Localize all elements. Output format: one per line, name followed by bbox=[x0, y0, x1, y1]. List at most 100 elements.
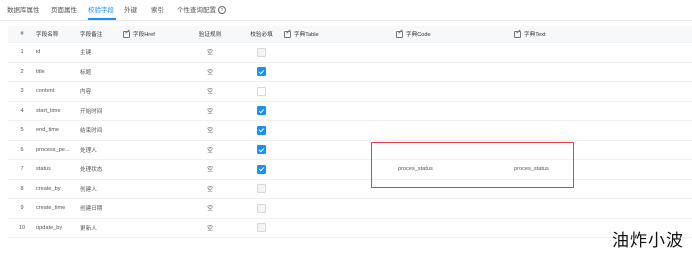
field-name[interactable]: process_pe... bbox=[36, 140, 80, 160]
col-dict-table-header[interactable]: 字典Table bbox=[284, 26, 396, 43]
field-href[interactable] bbox=[123, 42, 181, 63]
field-href[interactable] bbox=[123, 62, 181, 82]
dict-code[interactable] bbox=[396, 101, 514, 121]
dict-code[interactable] bbox=[396, 198, 514, 219]
field-comment[interactable]: 处理状态 bbox=[80, 159, 123, 180]
field-href[interactable] bbox=[123, 159, 181, 180]
field-comment[interactable]: 创建人 bbox=[80, 179, 123, 199]
field-comment[interactable]: 内容 bbox=[80, 81, 123, 102]
dict-text[interactable] bbox=[514, 81, 692, 102]
field-comment[interactable]: 处理人 bbox=[80, 140, 123, 160]
validation-rule[interactable]: 空 bbox=[181, 120, 239, 141]
table-row[interactable]: 8 create_by 创建人 空 bbox=[8, 179, 692, 199]
col-required-header: 校验必填 bbox=[239, 26, 284, 43]
field-comment[interactable]: 更新人 bbox=[80, 218, 123, 238]
tab-index[interactable]: 索引 bbox=[151, 4, 164, 14]
validation-rule[interactable]: 空 bbox=[181, 62, 239, 82]
col-href-header[interactable]: 字段Href bbox=[123, 26, 181, 43]
dict-table[interactable] bbox=[284, 101, 396, 121]
field-name[interactable]: start_time bbox=[36, 101, 80, 121]
table-row[interactable]: 6 process_pe... 处理人 空 bbox=[8, 140, 692, 160]
field-name[interactable]: content bbox=[36, 81, 80, 102]
field-comment[interactable]: 结束时间 bbox=[80, 120, 123, 141]
field-name[interactable]: title bbox=[36, 62, 80, 82]
validation-rule[interactable]: 空 bbox=[181, 198, 239, 219]
field-href[interactable] bbox=[123, 101, 181, 121]
tab-custom-query[interactable]: 个性查询配置? bbox=[177, 4, 226, 15]
field-name[interactable]: create_time bbox=[36, 198, 80, 219]
dict-code[interactable] bbox=[396, 81, 514, 102]
dict-table[interactable] bbox=[284, 140, 396, 160]
field-href[interactable] bbox=[123, 218, 181, 238]
table-row[interactable]: 9 create_time 创建日期 空 bbox=[8, 198, 692, 219]
required-checkbox[interactable] bbox=[257, 164, 266, 174]
validation-rule[interactable]: 空 bbox=[181, 159, 239, 180]
tab-page-properties[interactable]: 页面属性 bbox=[51, 4, 77, 14]
dict-table[interactable] bbox=[284, 42, 396, 63]
dict-table[interactable] bbox=[284, 159, 396, 180]
tab-db-properties[interactable]: 数据库属性 bbox=[7, 4, 40, 14]
dict-text[interactable] bbox=[514, 179, 692, 199]
field-href[interactable] bbox=[123, 81, 181, 102]
field-name[interactable]: id bbox=[36, 42, 80, 63]
dict-table[interactable] bbox=[284, 120, 396, 141]
field-name[interactable]: status bbox=[36, 159, 80, 180]
table-row[interactable]: 7 status 处理状态 空 proces_status proces_status bbox=[8, 159, 692, 180]
table-row[interactable]: 4 start_time 开始时间 空 bbox=[8, 101, 692, 121]
required-checkbox[interactable] bbox=[257, 106, 266, 116]
dict-text[interactable] bbox=[514, 198, 692, 219]
table-row[interactable]: 2 title 标题 空 bbox=[8, 62, 692, 82]
help-icon[interactable]: ? bbox=[218, 6, 226, 15]
field-comment[interactable]: 标题 bbox=[80, 62, 123, 82]
dict-table[interactable] bbox=[284, 81, 396, 102]
validation-rule[interactable]: 空 bbox=[181, 218, 239, 238]
field-name[interactable]: update_by bbox=[36, 218, 80, 238]
validation-rule[interactable]: 空 bbox=[181, 179, 239, 199]
required-checkbox[interactable] bbox=[257, 67, 266, 77]
required-checkbox[interactable] bbox=[257, 86, 266, 96]
dict-table[interactable] bbox=[284, 198, 396, 219]
dict-code[interactable] bbox=[396, 120, 514, 141]
required-checkbox[interactable] bbox=[257, 125, 266, 135]
required-checkbox bbox=[257, 223, 266, 233]
dict-text[interactable] bbox=[514, 62, 692, 82]
field-href[interactable] bbox=[123, 120, 181, 141]
dict-text[interactable] bbox=[514, 120, 692, 141]
field-comment[interactable]: 主键 bbox=[80, 42, 123, 63]
dict-code[interactable]: proces_status bbox=[396, 159, 514, 180]
dict-code[interactable] bbox=[396, 218, 514, 238]
table-row[interactable]: 3 content 内容 空 bbox=[8, 81, 692, 102]
field-name[interactable]: end_time bbox=[36, 120, 80, 141]
tab-foreign-keys[interactable]: 外键 bbox=[124, 4, 137, 14]
dict-code[interactable] bbox=[396, 62, 514, 82]
dict-table[interactable] bbox=[284, 179, 396, 199]
dict-table[interactable] bbox=[284, 62, 396, 82]
field-href[interactable] bbox=[123, 140, 181, 160]
table-row[interactable]: 5 end_time 结束时间 空 bbox=[8, 120, 692, 141]
dict-table[interactable] bbox=[284, 218, 396, 238]
dict-text[interactable] bbox=[514, 101, 692, 121]
dict-text[interactable]: proces_status bbox=[514, 159, 692, 180]
required-cell bbox=[239, 101, 284, 121]
field-href[interactable] bbox=[123, 179, 181, 199]
validation-rule[interactable]: 空 bbox=[181, 101, 239, 121]
table-row[interactable]: 1 id 主键 空 bbox=[8, 42, 692, 63]
table-header: # 字段名称 字段备注 字段Href 验证规则 校验必填 字典Table 字典C… bbox=[8, 26, 692, 43]
col-dict-code-header[interactable]: 字典Code bbox=[396, 26, 514, 43]
table-row[interactable]: 10 update_by 更新人 空 bbox=[8, 218, 692, 238]
field-name[interactable]: create_by bbox=[36, 179, 80, 199]
validation-rule[interactable]: 空 bbox=[181, 81, 239, 102]
required-checkbox[interactable] bbox=[257, 145, 266, 155]
dict-code[interactable] bbox=[396, 140, 514, 160]
tab-validation-fields[interactable]: 校验字段 bbox=[88, 4, 114, 14]
field-href[interactable] bbox=[123, 198, 181, 219]
validation-rule[interactable]: 空 bbox=[181, 42, 239, 63]
field-comment[interactable]: 创建日期 bbox=[80, 198, 123, 219]
dict-text[interactable] bbox=[514, 42, 692, 63]
validation-rule[interactable]: 空 bbox=[181, 140, 239, 160]
field-comment[interactable]: 开始时间 bbox=[80, 101, 123, 121]
dict-code[interactable] bbox=[396, 42, 514, 63]
dict-code[interactable] bbox=[396, 179, 514, 199]
col-dict-text-header[interactable]: 字典Text bbox=[514, 26, 692, 43]
dict-text[interactable] bbox=[514, 140, 692, 160]
